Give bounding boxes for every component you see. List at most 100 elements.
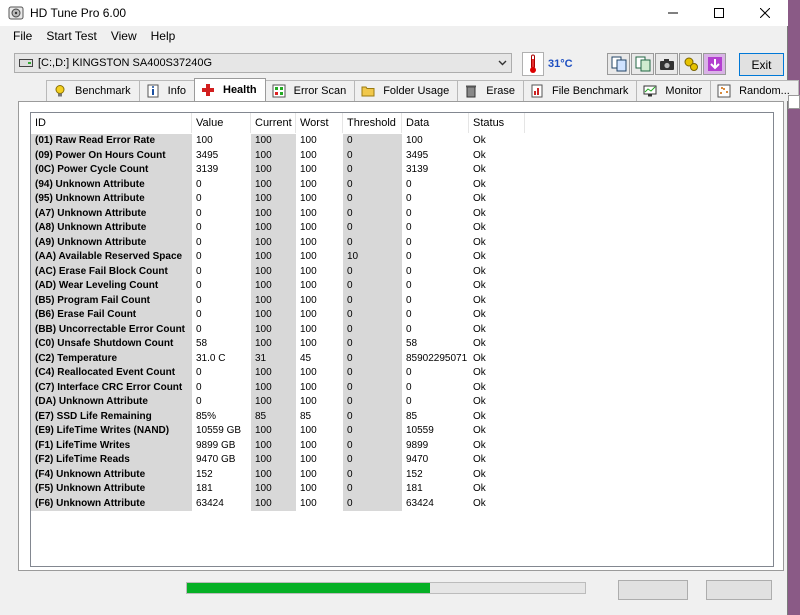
tab-benchmark[interactable]: Benchmark <box>46 80 140 101</box>
attribute-value: 152 <box>196 468 213 480</box>
menu-start-test[interactable]: Start Test <box>39 26 103 46</box>
column-header-worst[interactable]: Worst <box>296 113 343 133</box>
attribute-value: 0 <box>196 323 202 335</box>
save-button[interactable] <box>703 53 726 75</box>
smart-attributes-table[interactable]: ID Value Current Worst Threshold Data St… <box>30 112 774 567</box>
attribute-threshold: 0 <box>343 496 402 511</box>
tab-health[interactable]: Health <box>194 78 266 101</box>
attribute-data: 0 <box>406 265 412 277</box>
column-header-current[interactable]: Current <box>251 113 296 133</box>
column-header-threshold[interactable]: Threshold <box>343 113 402 133</box>
menu-file[interactable]: File <box>6 26 39 46</box>
table-row[interactable]: (C0) Unsafe Shutdown Count 58 100 100 0 58 Ok <box>31 337 525 352</box>
window-title: HD Tune Pro 6.00 <box>30 6 127 20</box>
table-row[interactable]: (F5) Unknown Attribute 181 100 100 0 181 Ok <box>31 482 525 497</box>
attribute-worst: 100 <box>300 367 317 378</box>
attribute-value: 0 <box>196 294 202 306</box>
random-icon <box>717 84 731 98</box>
table-row[interactable]: (0C) Power Cycle Count 3139 100 100 0 3139 Ok <box>31 163 525 178</box>
attribute-current: 100 <box>251 279 296 294</box>
attribute-status: Ok <box>473 164 486 175</box>
tab-info[interactable]: Info <box>138 80 195 101</box>
attribute-data: 0 <box>406 236 412 248</box>
table-row[interactable]: (AD) Wear Leveling Count 0 100 100 0 0 Ok <box>31 279 525 294</box>
menu-view[interactable]: View <box>104 26 144 46</box>
table-row[interactable]: (B6) Erase Fail Count 0 100 100 0 0 Ok <box>31 308 525 323</box>
attribute-worst: 100 <box>300 425 317 436</box>
tab-error-scan[interactable]: Error Scan <box>264 80 356 101</box>
table-row[interactable]: (C4) Reallocated Event Count 0 100 100 0 0 Ok <box>31 366 525 381</box>
attribute-worst: 100 <box>300 265 317 277</box>
table-row[interactable]: (F1) LifeTime Writes 9899 GB 100 100 0 9899 Ok <box>31 438 525 453</box>
update-button[interactable] <box>618 580 688 600</box>
attribute-worst: 100 <box>300 439 317 451</box>
table-row[interactable]: (DA) Unknown Attribute 0 100 100 0 0 Ok <box>31 395 525 410</box>
health-progress-fill <box>187 583 430 593</box>
attribute-data: 10559 <box>406 425 434 436</box>
attribute-value: 9470 GB <box>196 454 236 465</box>
table-row[interactable]: (09) Power On Hours Count 3495 100 100 0 3495… <box>31 148 525 163</box>
copy-info-icon <box>611 56 626 72</box>
column-header-status[interactable]: Status <box>469 113 525 133</box>
attribute-status: Ok <box>473 236 486 248</box>
table-row[interactable]: (E9) LifeTime Writes (NAND) 10559 GB 100 10… <box>31 424 525 439</box>
attribute-data: 63424 <box>406 497 434 509</box>
maximize-button[interactable] <box>696 0 742 26</box>
table-row[interactable]: (C7) Interface CRC Error Count 0 100 100 0 0 O… <box>31 380 525 395</box>
attribute-data: 0 <box>406 280 412 291</box>
table-row[interactable]: (01) Raw Read Error Rate 100 100 100 0 100 Ok <box>31 134 525 149</box>
table-row[interactable]: (F2) LifeTime Reads 9470 GB 100 100 0 9470 Ok <box>31 453 525 468</box>
column-header-data[interactable]: Data <box>402 113 469 133</box>
attribute-threshold: 0 <box>343 322 402 337</box>
table-row[interactable]: (F4) Unknown Attribute 152 100 100 0 152 Ok <box>31 467 525 482</box>
table-row[interactable]: (94) Unknown Attribute 0 100 100 0 0 Ok <box>31 177 525 192</box>
column-header-id[interactable]: ID <box>31 113 192 133</box>
tab-label: Benchmark <box>75 85 131 97</box>
attribute-id: (C7) Interface CRC Error Count <box>31 380 192 395</box>
tab-label: File Benchmark <box>552 85 629 97</box>
attribute-worst: 100 <box>300 178 317 190</box>
table-row[interactable]: (C2) Temperature 31.0 C 31 45 0 85902295071 Ok <box>31 351 525 366</box>
table-row[interactable]: (A7) Unknown Attribute 0 100 100 0 0 Ok <box>31 206 525 221</box>
attribute-data: 0 <box>406 193 412 204</box>
table-row[interactable]: (AA) Available Reserved Space 0 100 100 10 0 O… <box>31 250 525 265</box>
table-row[interactable]: (95) Unknown Attribute 0 100 100 0 0 Ok <box>31 192 525 207</box>
copy-text-button[interactable] <box>631 53 654 75</box>
attribute-value: 58 <box>196 338 208 349</box>
table-row[interactable]: (A9) Unknown Attribute 0 100 100 0 0 Ok <box>31 235 525 250</box>
table-row[interactable]: (E7) SSD Life Remaining 85% 85 85 0 85 Ok <box>31 409 525 424</box>
attribute-value: 0 <box>196 222 202 233</box>
exit-button[interactable]: Exit <box>739 53 784 76</box>
attribute-value: 10559 GB <box>196 425 242 436</box>
menu-help[interactable]: Help <box>144 26 183 46</box>
table-row[interactable]: (F6) Unknown Attribute 63424 100 100 0 63424 O… <box>31 496 525 511</box>
tab-random-access[interactable]: Random... <box>710 80 799 101</box>
attribute-threshold: 0 <box>343 221 402 236</box>
close-button[interactable] <box>742 0 788 26</box>
tab-file-benchmark[interactable]: File Benchmark <box>523 80 638 101</box>
table-row[interactable]: (B5) Program Fail Count 0 100 100 0 0 Ok <box>31 293 525 308</box>
attribute-id: (C4) Reallocated Event Count <box>31 366 192 381</box>
table-row[interactable]: (BB) Uncorrectable Error Count 0 100 100 0 0 O… <box>31 322 525 337</box>
column-header-value[interactable]: Value <box>192 113 251 133</box>
attribute-worst: 100 <box>300 222 317 233</box>
title-bar[interactable]: HD Tune Pro 6.00 <box>0 0 788 26</box>
attribute-data: 0 <box>406 309 412 320</box>
log-button[interactable] <box>706 580 772 600</box>
attribute-id: (F5) Unknown Attribute <box>31 482 192 497</box>
drive-select[interactable]: [C:,D:] KINGSTON SA400S37240G <box>14 53 512 73</box>
tab-erase[interactable]: Erase <box>457 80 524 101</box>
attribute-worst: 100 <box>300 483 317 494</box>
options-button[interactable] <box>679 53 702 75</box>
tab-folder-usage[interactable]: Folder Usage <box>354 80 459 101</box>
tab-monitor[interactable]: Monitor <box>636 80 712 101</box>
screenshot-button[interactable] <box>655 53 678 75</box>
attribute-status: Ok <box>473 439 486 451</box>
table-row[interactable]: (AC) Erase Fail Block Count 0 100 100 0 0 Ok <box>31 264 525 279</box>
copy-info-button[interactable] <box>607 53 630 75</box>
attribute-current: 100 <box>251 380 296 395</box>
app-window: HD Tune Pro 6.00 File Start Test View He… <box>0 0 799 615</box>
minimize-button[interactable] <box>650 0 696 26</box>
attribute-data: 85902295071 <box>406 352 468 364</box>
table-row[interactable]: (A8) Unknown Attribute 0 100 100 0 0 Ok <box>31 221 525 236</box>
